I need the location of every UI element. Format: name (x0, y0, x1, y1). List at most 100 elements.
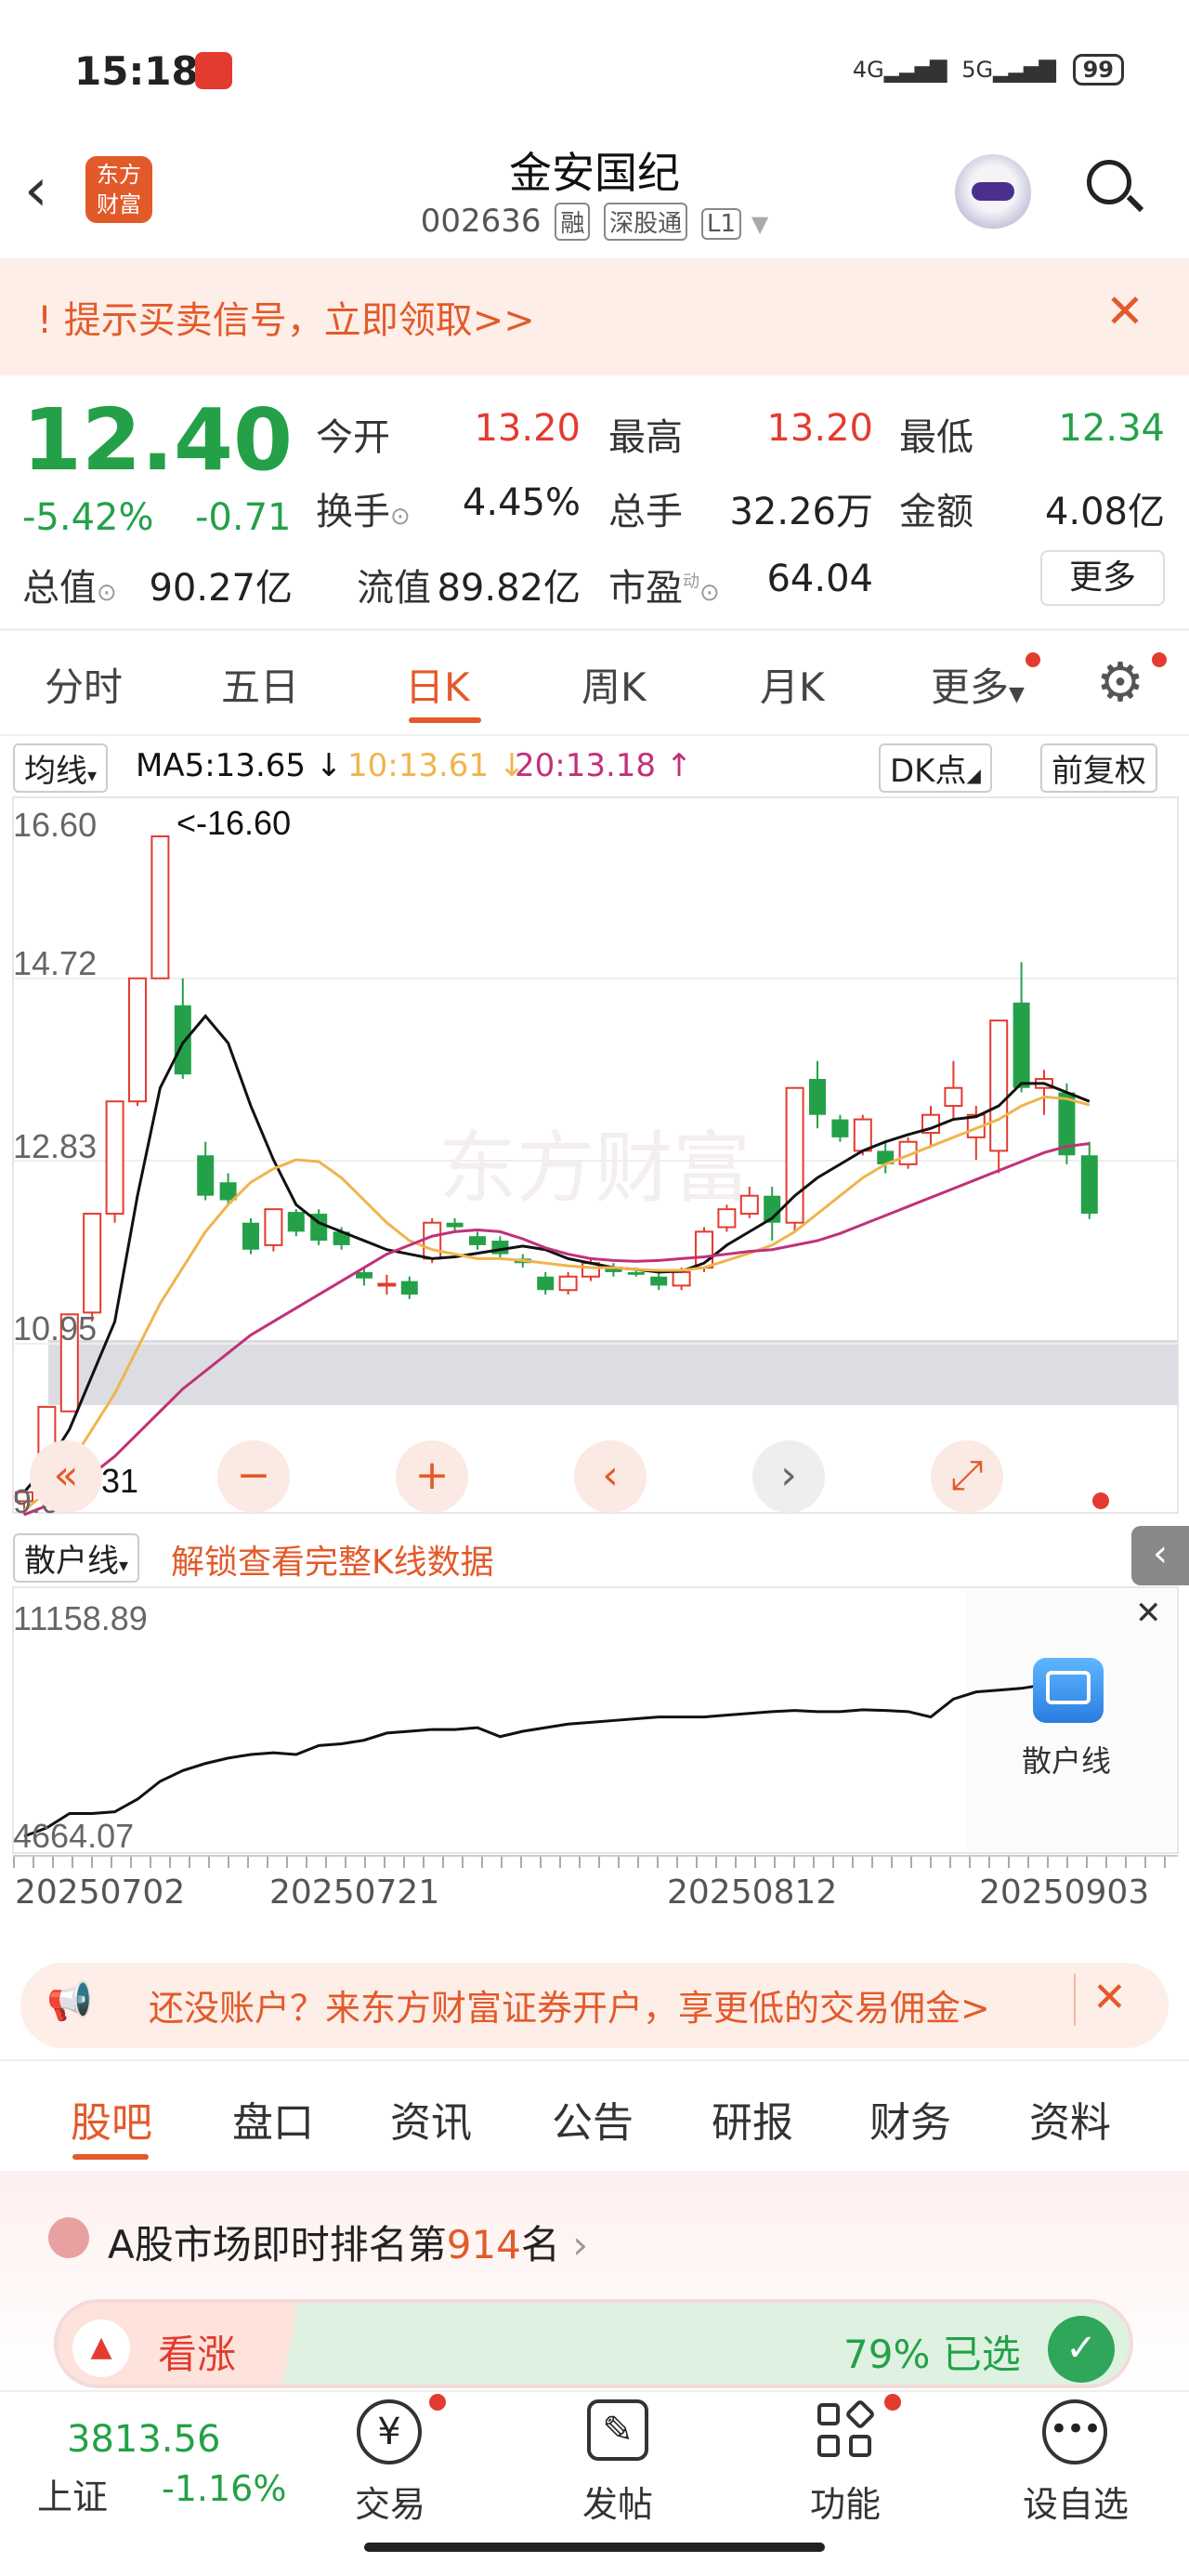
candle-down (174, 1005, 191, 1075)
rewind-icon[interactable]: « (30, 1440, 102, 1513)
tab-forum[interactable]: 股吧 (71, 2089, 152, 2149)
more-dots-icon[interactable]: ••• (1042, 2399, 1107, 2464)
xtick-label: 20250721 (269, 1873, 440, 1912)
notification-app-icon (195, 52, 232, 89)
candle-down (809, 1079, 826, 1115)
divider (0, 2059, 1189, 2061)
nav-add-watchlist[interactable]: 设自选 (1009, 2476, 1143, 2527)
mcap-value: 90.27亿 (149, 567, 293, 610)
candle-down (469, 1236, 486, 1245)
pe-label: 市盈动⊙ (608, 567, 720, 610)
ytick-label: 16.60 (13, 806, 97, 844)
zoom-in-button[interactable]: + (396, 1440, 468, 1513)
index-value[interactable]: 3813.56 (67, 2418, 220, 2461)
candle-up (105, 1100, 124, 1216)
tab-indicator (72, 2154, 149, 2160)
ad-text[interactable]: 还没账户？来东方财富证券开户，享更低的交易佣金> (149, 1979, 1065, 2031)
ytick-label: 12.83 (13, 1127, 97, 1165)
tab-news[interactable]: 资讯 (390, 2089, 472, 2149)
zoom-out-button[interactable]: − (217, 1440, 290, 1513)
candle-up (150, 835, 170, 979)
sub-indicator-select[interactable]: 散户线▾ (13, 1533, 140, 1583)
scroll-left-button[interactable]: ‹ (574, 1440, 647, 1513)
adjust-button[interactable]: 前复权 (1040, 743, 1157, 793)
gear-icon[interactable]: ⚙ (1096, 651, 1144, 714)
scroll-right-button[interactable]: › (752, 1440, 825, 1513)
tab-research[interactable]: 研报 (712, 2089, 793, 2149)
quote-more-button[interactable]: 更多 (1040, 550, 1165, 606)
vote-bull-label[interactable]: 看涨 (158, 2323, 236, 2380)
retail-line-badge-icon[interactable] (1033, 1658, 1104, 1723)
tab-announcements[interactable]: 公告 (552, 2089, 634, 2149)
candle-down (1013, 1002, 1030, 1088)
tab-five-day[interactable]: 五日 (221, 656, 299, 713)
edit-icon[interactable]: ✎ (587, 2399, 648, 2461)
close-icon[interactable]: ✕ (1092, 1974, 1127, 2021)
ytick-label: 10.95 (13, 1309, 97, 1347)
collapse-panel-icon[interactable]: ‹ (1131, 1526, 1189, 1585)
nav-post[interactable]: 发帖 (562, 2476, 673, 2527)
tab-indicator (409, 717, 481, 723)
tab-financials[interactable]: 财务 (869, 2089, 951, 2149)
index-name[interactable]: 上证 (37, 2468, 108, 2519)
battery-icon: 99 (1072, 54, 1124, 85)
candle-down (197, 1155, 215, 1196)
open-label: 今开 (316, 416, 390, 459)
ma20-value: 20:13.18 ↑ (515, 747, 693, 784)
candle-up (944, 1086, 963, 1108)
dk-point-button[interactable]: DK点◢ (879, 743, 992, 793)
stock-code: 002636 (420, 203, 542, 240)
unlock-link[interactable]: 解锁查看完整K线数据 (171, 1535, 494, 1584)
home-indicator[interactable] (364, 2543, 825, 2552)
chevron-down-icon: ▼ (751, 211, 769, 237)
vote-percent: 79% 已选 (843, 2332, 1021, 2377)
sub-ytick-top: 11158.89 (13, 1599, 148, 1637)
nav-functions[interactable]: 功能 (790, 2476, 901, 2527)
status-icons: 4G▂▃▅▇ 5G▂▃▅▇ 99 (853, 54, 1124, 85)
robot-assistant-icon[interactable] (955, 154, 1031, 230)
tab-more[interactable]: 更多▼ (931, 656, 1025, 713)
tab-weekly-k[interactable]: 周K (581, 656, 647, 713)
index-change[interactable]: -1.16% (162, 2468, 286, 2509)
yen-icon[interactable]: ¥ (357, 2399, 422, 2464)
retail-line (23, 1683, 1090, 1838)
tab-daily-k[interactable]: 日K (405, 656, 470, 713)
search-icon[interactable] (1083, 156, 1144, 216)
tag-connect: 深股通 (604, 203, 688, 241)
candle-down (1080, 1155, 1098, 1215)
x-axis (13, 1855, 1178, 1868)
megaphone-icon: 📢 (46, 1980, 93, 2023)
banner-text[interactable]: ! 提示买卖信号，立即领取>> (37, 290, 535, 344)
divider (1074, 1974, 1076, 2026)
ma10-value: 10:13.61 ↓ (347, 747, 526, 784)
candle-down (627, 1271, 645, 1275)
red-dot (884, 2394, 901, 2411)
volume-value: 32.26万 (729, 491, 873, 533)
sub-ytick-bottom: 4664.07 (13, 1817, 134, 1855)
red-dot (1026, 652, 1040, 667)
tab-intraday[interactable]: 分时 (45, 656, 123, 713)
watermark: 东方财富 (438, 1124, 751, 1212)
change-amount: -0.71 (195, 496, 292, 539)
candle-down (537, 1276, 555, 1291)
ranking-text[interactable]: A股市场即时排名第914名 › (108, 2214, 588, 2270)
amount-value: 4.08亿 (1044, 491, 1165, 533)
kline-chart[interactable]: 东方财富 16.60 14.72 12.83 10.95 9.07 <-16.6… (0, 795, 1189, 1520)
tab-profile[interactable]: 资料 (1029, 2089, 1111, 2149)
signal-4g-icon: 4G (852, 57, 884, 83)
tag-level: L1 (700, 208, 741, 240)
close-icon[interactable]: ✕ (1135, 1595, 1162, 1632)
pe-value: 64.04 (766, 558, 873, 600)
grid-apps-icon[interactable] (817, 2399, 876, 2459)
close-icon[interactable]: ✕ (1105, 284, 1144, 338)
tag-margin: 融 (555, 203, 591, 241)
tab-market-depth[interactable]: 盘口 (232, 2089, 314, 2149)
high-value: 13.20 (766, 407, 873, 450)
retail-line-chart: 11158.89 4664.07 (12, 1586, 1179, 1855)
tab-monthly-k[interactable]: 月K (760, 656, 825, 713)
nav-trade[interactable]: 交易 (334, 2476, 446, 2527)
turnover-value: 4.45% (462, 481, 581, 524)
red-dot (429, 2394, 446, 2411)
ma-select[interactable]: 均线▾ (13, 743, 109, 793)
fullscreen-icon[interactable]: ⤢ (931, 1440, 1003, 1513)
